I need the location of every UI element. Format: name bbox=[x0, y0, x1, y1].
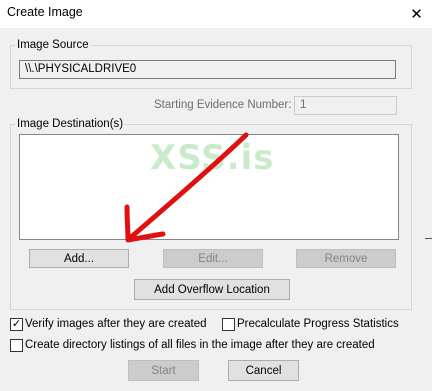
edge-mark bbox=[425, 238, 432, 243]
arrow-shaft bbox=[127, 132, 249, 241]
annotation-arrow bbox=[124, 132, 249, 243]
